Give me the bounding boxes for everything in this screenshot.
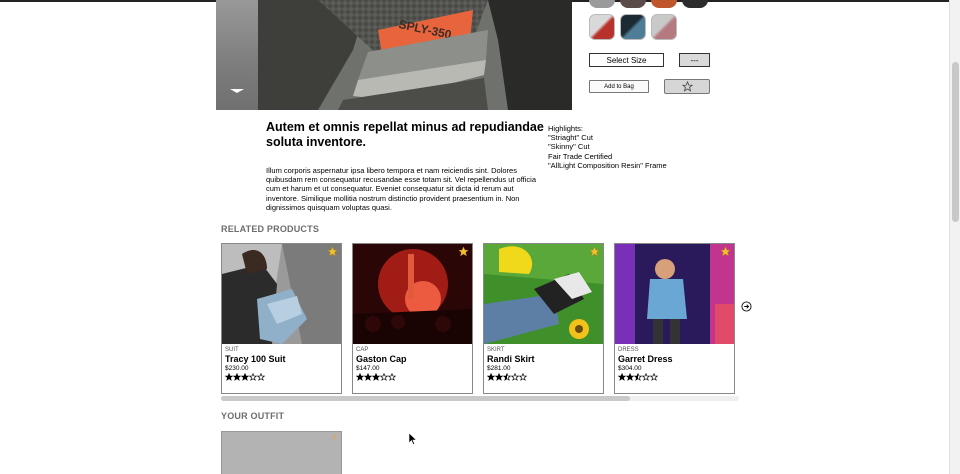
star-half-icon	[634, 373, 642, 381]
favorite-button[interactable]	[664, 79, 710, 94]
style-thumbnail[interactable]	[589, 0, 615, 8]
star-filled-icon	[364, 373, 372, 381]
main-product-image[interactable]: SPLY-350	[258, 0, 572, 110]
product-card[interactable]: SUIT Tracy 100 Suit $230.00	[221, 243, 342, 394]
star-filled-icon	[241, 373, 249, 381]
product-slogan: Autem et omnis repellat minus ad repudia…	[266, 120, 544, 149]
star-rating	[618, 373, 731, 381]
product-card[interactable]: DRESS Garret Dress $304.00	[614, 243, 735, 394]
add-to-bag-button[interactable]: Add to Bag	[589, 80, 649, 93]
related-products-title: RELATED PRODUCTS	[221, 224, 320, 234]
highlight-item: "AllLight Composition Resin" Frame	[548, 160, 667, 170]
star-outline-icon	[642, 373, 650, 381]
star-filled-icon	[372, 373, 380, 381]
star-filled-icon[interactable]	[720, 246, 731, 257]
style-thumbnail[interactable]	[682, 0, 708, 8]
product-card[interactable]: CAP Gaston Cap $147.00	[352, 243, 473, 394]
highlight-item: Fair Trade Certified	[548, 151, 613, 161]
style-thumbnail[interactable]	[651, 14, 677, 40]
thumbnail-image	[216, 0, 258, 110]
star-rating	[225, 373, 338, 381]
star-filled-icon	[233, 373, 241, 381]
product-category: CAP	[356, 347, 369, 353]
page-scrollbar[interactable]	[949, 0, 960, 474]
star-half-icon	[503, 373, 511, 381]
product-image	[615, 244, 734, 344]
star-outline-icon	[249, 373, 257, 381]
star-filled-icon	[618, 373, 626, 381]
product-name: Garret Dress	[618, 354, 673, 364]
product-price: $230.00	[225, 365, 249, 372]
related-products-carousel: SUIT Tracy 100 Suit $230.00 CAP Gaston C…	[221, 243, 735, 394]
product-highlights: Highlights: "Striaght" Cut "Skinny" Cut …	[548, 124, 748, 170]
star-rating	[356, 373, 469, 381]
product-price: $281.00	[487, 365, 511, 372]
quantity-select[interactable]: ---	[679, 53, 710, 67]
size-select[interactable]: Select Size	[589, 53, 664, 67]
your-outfit-title: YOUR OUTFIT	[221, 411, 285, 421]
star-outline-icon	[380, 373, 388, 381]
product-name: Gaston Cap	[356, 354, 407, 364]
product-image	[484, 244, 603, 344]
page-scrollbar-thumb[interactable]	[952, 62, 959, 222]
chevron-down-icon[interactable]	[230, 89, 244, 93]
style-thumbnail[interactable]	[589, 14, 615, 40]
star-filled-icon[interactable]	[327, 246, 338, 257]
star-outline-icon	[388, 373, 396, 381]
carousel-scrollbar[interactable]	[221, 396, 739, 401]
star-outline-icon	[519, 373, 527, 381]
product-price: $147.00	[356, 365, 380, 372]
style-thumbnail[interactable]	[651, 0, 677, 8]
style-thumbnail[interactable]	[620, 14, 646, 40]
star-rating	[487, 373, 600, 381]
mouse-cursor-icon	[409, 433, 417, 445]
image-thumbnail-strip[interactable]	[216, 0, 258, 110]
star-outline-icon	[257, 373, 265, 381]
close-icon[interactable]: ✕	[331, 433, 338, 442]
star-filled-icon	[495, 373, 503, 381]
star-filled-icon[interactable]	[458, 246, 469, 257]
product-name: Tracy 100 Suit	[225, 354, 286, 364]
highlight-item: "Striaght" Cut	[548, 133, 593, 143]
add-to-outfit-card[interactable]: ✕	[221, 431, 342, 474]
star-filled-icon	[626, 373, 634, 381]
star-outline-icon	[681, 81, 693, 92]
star-filled-icon	[225, 373, 233, 381]
product-name: Randi Skirt	[487, 354, 535, 364]
product-category: SUIT	[225, 347, 239, 353]
product-image	[353, 244, 472, 344]
product-category: DRESS	[618, 347, 639, 353]
circle-arrow-right-icon[interactable]	[741, 301, 752, 312]
product-category: SKIRT	[487, 347, 505, 353]
star-outline-icon	[650, 373, 658, 381]
style-thumbnail-row-top	[589, 0, 708, 8]
star-filled-icon[interactable]	[589, 246, 600, 257]
scrollbar-thumb[interactable]	[221, 396, 631, 401]
sneaker-image: SPLY-350	[258, 0, 572, 110]
style-selector	[589, 14, 677, 40]
highlight-item: "Skinny" Cut	[548, 142, 590, 152]
product-price: $304.00	[618, 365, 642, 372]
style-thumbnail[interactable]	[620, 0, 646, 8]
product-description: Illum corporis aspernatur ipsa libero te…	[266, 166, 537, 212]
product-card[interactable]: SKIRT Randi Skirt $281.00	[483, 243, 604, 394]
star-filled-icon	[356, 373, 364, 381]
star-outline-icon	[511, 373, 519, 381]
product-image	[222, 244, 341, 344]
highlights-title: Highlights:	[548, 124, 584, 133]
star-filled-icon	[487, 373, 495, 381]
